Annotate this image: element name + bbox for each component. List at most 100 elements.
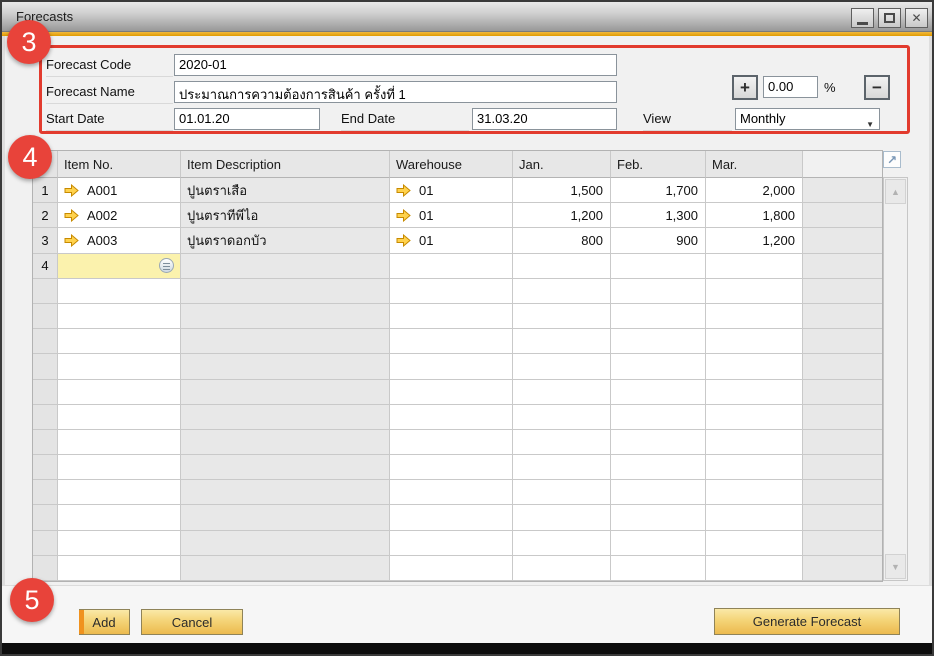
mar-cell[interactable] (706, 455, 803, 481)
feb-cell[interactable] (611, 455, 706, 481)
feb-cell[interactable] (611, 480, 706, 506)
minimize-button[interactable] (851, 8, 874, 28)
row-number-cell[interactable] (33, 278, 58, 304)
item-no-cell[interactable] (58, 480, 181, 506)
jan-cell[interactable] (513, 555, 611, 581)
warehouse-cell[interactable] (390, 429, 513, 456)
feb-cell[interactable]: 1,300 (611, 203, 706, 229)
link-arrow-icon[interactable] (396, 183, 411, 197)
row-number-cell[interactable]: 3 (33, 228, 58, 254)
jan-cell[interactable]: 1,500 (513, 178, 611, 204)
feb-cell[interactable] (611, 329, 706, 355)
item-no-cell[interactable] (58, 429, 181, 456)
item-no-cell[interactable] (58, 303, 181, 330)
row-number-cell[interactable] (33, 404, 58, 430)
forecast-name-input[interactable]: ประมาณการความต้องการสินค้า ครั้งที่ 1 (174, 81, 617, 103)
row-number-cell[interactable]: 2 (33, 203, 58, 229)
warehouse-cell[interactable]: 01 (390, 178, 513, 204)
percent-decrease-button[interactable]: − (864, 75, 890, 100)
vertical-scrollbar[interactable] (883, 177, 908, 581)
link-arrow-icon[interactable] (64, 208, 79, 222)
feb-cell[interactable] (611, 404, 706, 430)
item-no-cell[interactable]: A003 (58, 228, 181, 254)
feb-cell[interactable] (611, 303, 706, 330)
mar-cell[interactable] (706, 505, 803, 531)
warehouse-cell[interactable] (390, 278, 513, 304)
mar-cell[interactable] (706, 379, 803, 405)
item-no-cell[interactable]: A002 (58, 203, 181, 229)
item-description-cell[interactable]: ปูนตราดอกบัว (181, 228, 390, 254)
add-button[interactable]: Add (79, 609, 130, 635)
item-description-cell[interactable] (181, 455, 390, 481)
percent-input[interactable]: 0.00 (763, 76, 818, 98)
link-arrow-icon[interactable] (396, 208, 411, 222)
jan-cell[interactable] (513, 303, 611, 330)
item-description-cell[interactable] (181, 555, 390, 581)
item-no-cell[interactable] (58, 455, 181, 481)
item-description-cell[interactable] (181, 253, 390, 279)
warehouse-cell[interactable] (390, 329, 513, 355)
feb-cell[interactable] (611, 429, 706, 456)
item-description-cell[interactable] (181, 329, 390, 355)
feb-cell[interactable]: 1,700 (611, 178, 706, 204)
jan-cell[interactable]: 1,200 (513, 203, 611, 229)
link-arrow-icon[interactable] (396, 233, 411, 247)
feb-cell[interactable] (611, 253, 706, 279)
warehouse-cell[interactable] (390, 253, 513, 279)
item-description-cell[interactable] (181, 354, 390, 380)
link-arrow-icon[interactable] (64, 233, 79, 247)
mar-cell[interactable]: 2,000 (706, 178, 803, 204)
item-description-cell[interactable] (181, 429, 390, 456)
jan-cell[interactable] (513, 329, 611, 355)
percent-increase-button[interactable]: + (732, 75, 758, 100)
jan-cell[interactable] (513, 278, 611, 304)
scroll-down-icon[interactable] (885, 554, 906, 579)
item-description-cell[interactable] (181, 278, 390, 304)
feb-cell[interactable] (611, 354, 706, 380)
item-no-cell[interactable]: A001 (58, 178, 181, 204)
item-description-cell[interactable] (181, 379, 390, 405)
jan-cell[interactable] (513, 530, 611, 556)
mar-cell[interactable] (706, 404, 803, 430)
item-no-cell[interactable] (58, 505, 181, 531)
row-number-cell[interactable] (33, 354, 58, 380)
row-number-cell[interactable]: 4 (33, 253, 58, 279)
item-no-cell[interactable] (58, 354, 181, 380)
item-description-cell[interactable]: ปูนตราทีพีไอ (181, 203, 390, 229)
view-dropdown[interactable]: Monthly (735, 108, 880, 130)
warehouse-cell[interactable] (390, 530, 513, 556)
choose-from-list-icon[interactable] (159, 258, 174, 274)
mar-cell[interactable] (706, 555, 803, 581)
row-number-cell[interactable] (33, 379, 58, 405)
item-no-cell-active[interactable] (58, 253, 181, 279)
mar-cell[interactable] (706, 354, 803, 380)
mar-cell[interactable] (706, 253, 803, 279)
feb-cell[interactable]: 900 (611, 228, 706, 254)
warehouse-cell[interactable] (390, 354, 513, 380)
warehouse-cell[interactable] (390, 404, 513, 430)
mar-cell[interactable]: 1,200 (706, 228, 803, 254)
row-number-cell[interactable]: 1 (33, 178, 58, 204)
item-description-cell[interactable] (181, 505, 390, 531)
row-number-cell[interactable] (33, 530, 58, 556)
end-date-input[interactable]: 31.03.20 (472, 108, 617, 130)
warehouse-cell[interactable] (390, 480, 513, 506)
jan-cell[interactable] (513, 455, 611, 481)
item-no-cell[interactable] (58, 329, 181, 355)
row-number-cell[interactable] (33, 505, 58, 531)
item-description-cell[interactable]: ปูนตราเสือ (181, 178, 390, 204)
feb-cell[interactable] (611, 530, 706, 556)
expand-form-icon[interactable] (883, 151, 901, 168)
item-description-cell[interactable] (181, 404, 390, 430)
feb-cell[interactable] (611, 278, 706, 304)
item-no-cell[interactable] (58, 379, 181, 405)
item-description-cell[interactable] (181, 303, 390, 330)
maximize-button[interactable] (878, 8, 901, 28)
feb-cell[interactable] (611, 505, 706, 531)
item-no-cell[interactable] (58, 404, 181, 430)
generate-forecast-button[interactable]: Generate Forecast (714, 608, 900, 635)
warehouse-cell[interactable]: 01 (390, 228, 513, 254)
mar-cell[interactable] (706, 480, 803, 506)
warehouse-cell[interactable] (390, 555, 513, 581)
row-number-cell[interactable] (33, 555, 58, 581)
